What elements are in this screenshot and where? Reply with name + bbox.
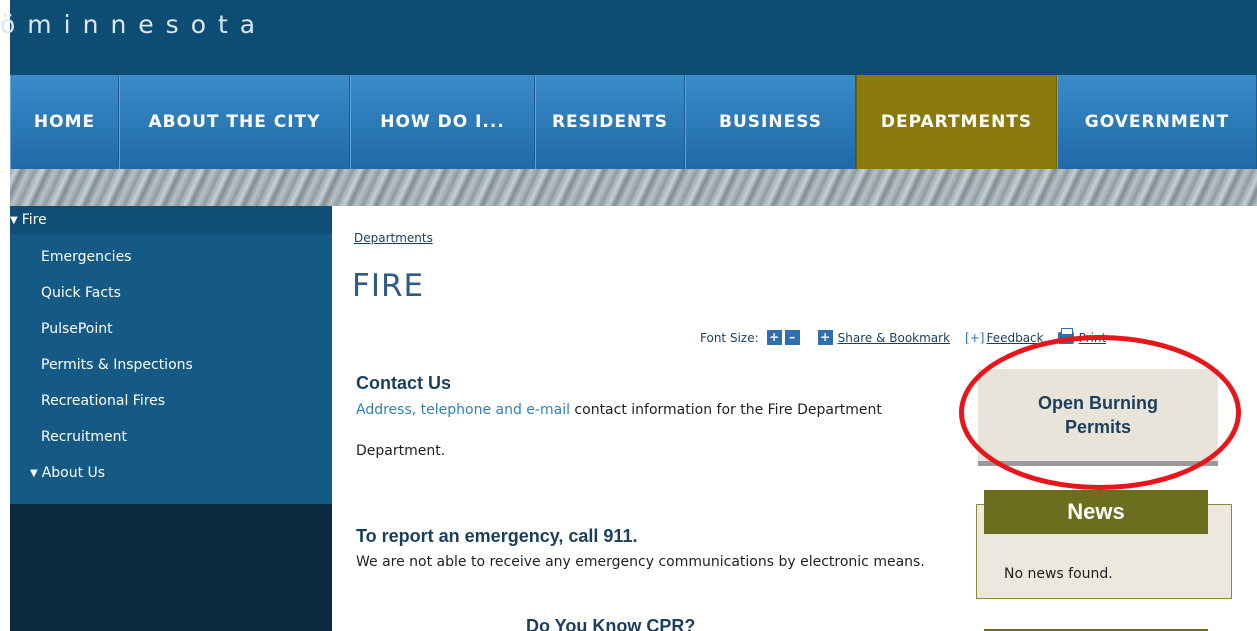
sidebar-item-label: Emergencies <box>41 249 132 265</box>
font-size-label: Font Size: <box>700 330 759 345</box>
news-heading: News <box>984 490 1208 534</box>
sidebar-item-label: PulsePoint <box>41 321 113 337</box>
sidebar-item-fire[interactable]: ▼ Fire <box>10 206 332 234</box>
breadcrumb-departments[interactable]: Departments <box>354 231 433 245</box>
feedback-link[interactable]: Feedback <box>986 331 1043 345</box>
ice-banner <box>10 169 1257 206</box>
cpr-heading: Do You Know CPR? <box>526 616 696 631</box>
nav-residents[interactable]: RESIDENTS <box>535 75 685 169</box>
page-title: FIRE <box>352 268 425 304</box>
nav-how-do-i[interactable]: HOW DO I... <box>350 75 535 169</box>
sidebar-item-label: Permits & Inspections <box>41 357 193 373</box>
nav-business[interactable]: BUSINESS <box>685 75 856 169</box>
contact-us-text: Address, telephone and e-mail contact in… <box>356 400 946 421</box>
sidebar-item-about-us[interactable]: ▼ About Us <box>10 455 332 491</box>
share-bookmark-link[interactable]: Share & Bookmark <box>838 331 950 345</box>
site-brand[interactable]: öminnesota <box>0 10 267 39</box>
brand-text: minnesota <box>27 10 268 39</box>
sidebar-item-label: Recruitment <box>41 429 128 445</box>
left-margin <box>0 0 10 631</box>
emergency-text: We are not able to receive any emergency… <box>356 554 925 570</box>
brand-prefix: ö <box>0 10 28 39</box>
sidebar-item-quick-facts[interactable]: Quick Facts <box>10 275 332 311</box>
main-content: Departments FIRE Font Size: + – + Share … <box>332 206 1257 631</box>
feedback-plus-icon[interactable]: [+] <box>965 331 984 345</box>
news-empty-message: No news found. <box>1004 566 1113 582</box>
sidebar-item-label: Fire <box>21 212 47 228</box>
sidebar-item-label: About Us <box>41 465 106 481</box>
emergency-heading: To report an emergency, call 911. <box>356 526 638 546</box>
caret-down-icon: ▼ <box>30 467 38 479</box>
nav-government[interactable]: GOVERNMENT <box>1057 75 1257 169</box>
site-header: öminnesota <box>0 0 1257 75</box>
font-decrease-icon[interactable]: – <box>784 330 800 345</box>
sidebar-item-recruitment[interactable]: Recruitment <box>10 419 332 455</box>
sidebar-item-recreational-fires[interactable]: Recreational Fires <box>10 383 332 419</box>
contact-info-text: contact information for the Fire Departm… <box>569 402 882 418</box>
contact-us-heading: Contact Us <box>356 373 452 393</box>
caret-down-icon: ▼ <box>10 214 18 226</box>
sidebar-item-label: Recreational Fires <box>41 393 166 409</box>
font-increase-icon[interactable]: + <box>766 330 782 345</box>
sidebar-item-emergencies[interactable]: Emergencies <box>10 239 332 275</box>
sidebar: ▼ Fire Emergencies Quick Facts PulsePoin… <box>10 206 332 631</box>
sidebar-item-label: Quick Facts <box>41 285 121 301</box>
sidebar-item-permits-inspections[interactable]: Permits & Inspections <box>10 347 332 383</box>
sidebar-item-pulsepoint[interactable]: PulsePoint <box>10 311 332 347</box>
contact-info-link[interactable]: Address, telephone and e-mail <box>356 402 570 418</box>
sidebar-menu: ▼ Fire Emergencies Quick Facts PulsePoin… <box>10 206 332 504</box>
share-plus-icon[interactable]: + <box>817 330 833 345</box>
nav-about-the-city[interactable]: ABOUT THE CITY <box>119 75 350 169</box>
nav-departments[interactable]: DEPARTMENTS <box>856 75 1057 169</box>
annotation-red-circle <box>959 335 1241 490</box>
nav-home[interactable]: HOME <box>10 75 119 169</box>
main-nav: HOME ABOUT THE CITY HOW DO I... RESIDENT… <box>10 75 1257 169</box>
contact-us-text-continued: Department. <box>356 443 446 459</box>
